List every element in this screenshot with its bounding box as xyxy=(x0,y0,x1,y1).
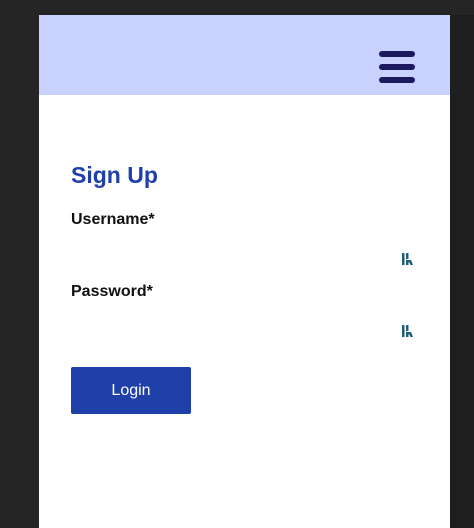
page-title: Sign Up xyxy=(71,162,158,188)
password-manager-icon[interactable] xyxy=(401,252,415,266)
top-header xyxy=(39,15,450,95)
menu-bar-bottom xyxy=(379,77,415,83)
menu-bar-top xyxy=(379,51,415,57)
username-label: Username* xyxy=(71,211,155,228)
login-button[interactable]: Login xyxy=(71,367,191,414)
password-field[interactable] xyxy=(71,316,416,346)
menu-bar-middle xyxy=(379,64,415,70)
page-frame: Sign Up Username* Password* Login xyxy=(39,15,450,528)
window-edge xyxy=(450,15,474,528)
password-label: Password* xyxy=(71,283,153,300)
username-field[interactable] xyxy=(71,244,416,274)
hamburger-menu-icon[interactable] xyxy=(379,51,415,83)
password-manager-icon[interactable] xyxy=(401,324,415,338)
